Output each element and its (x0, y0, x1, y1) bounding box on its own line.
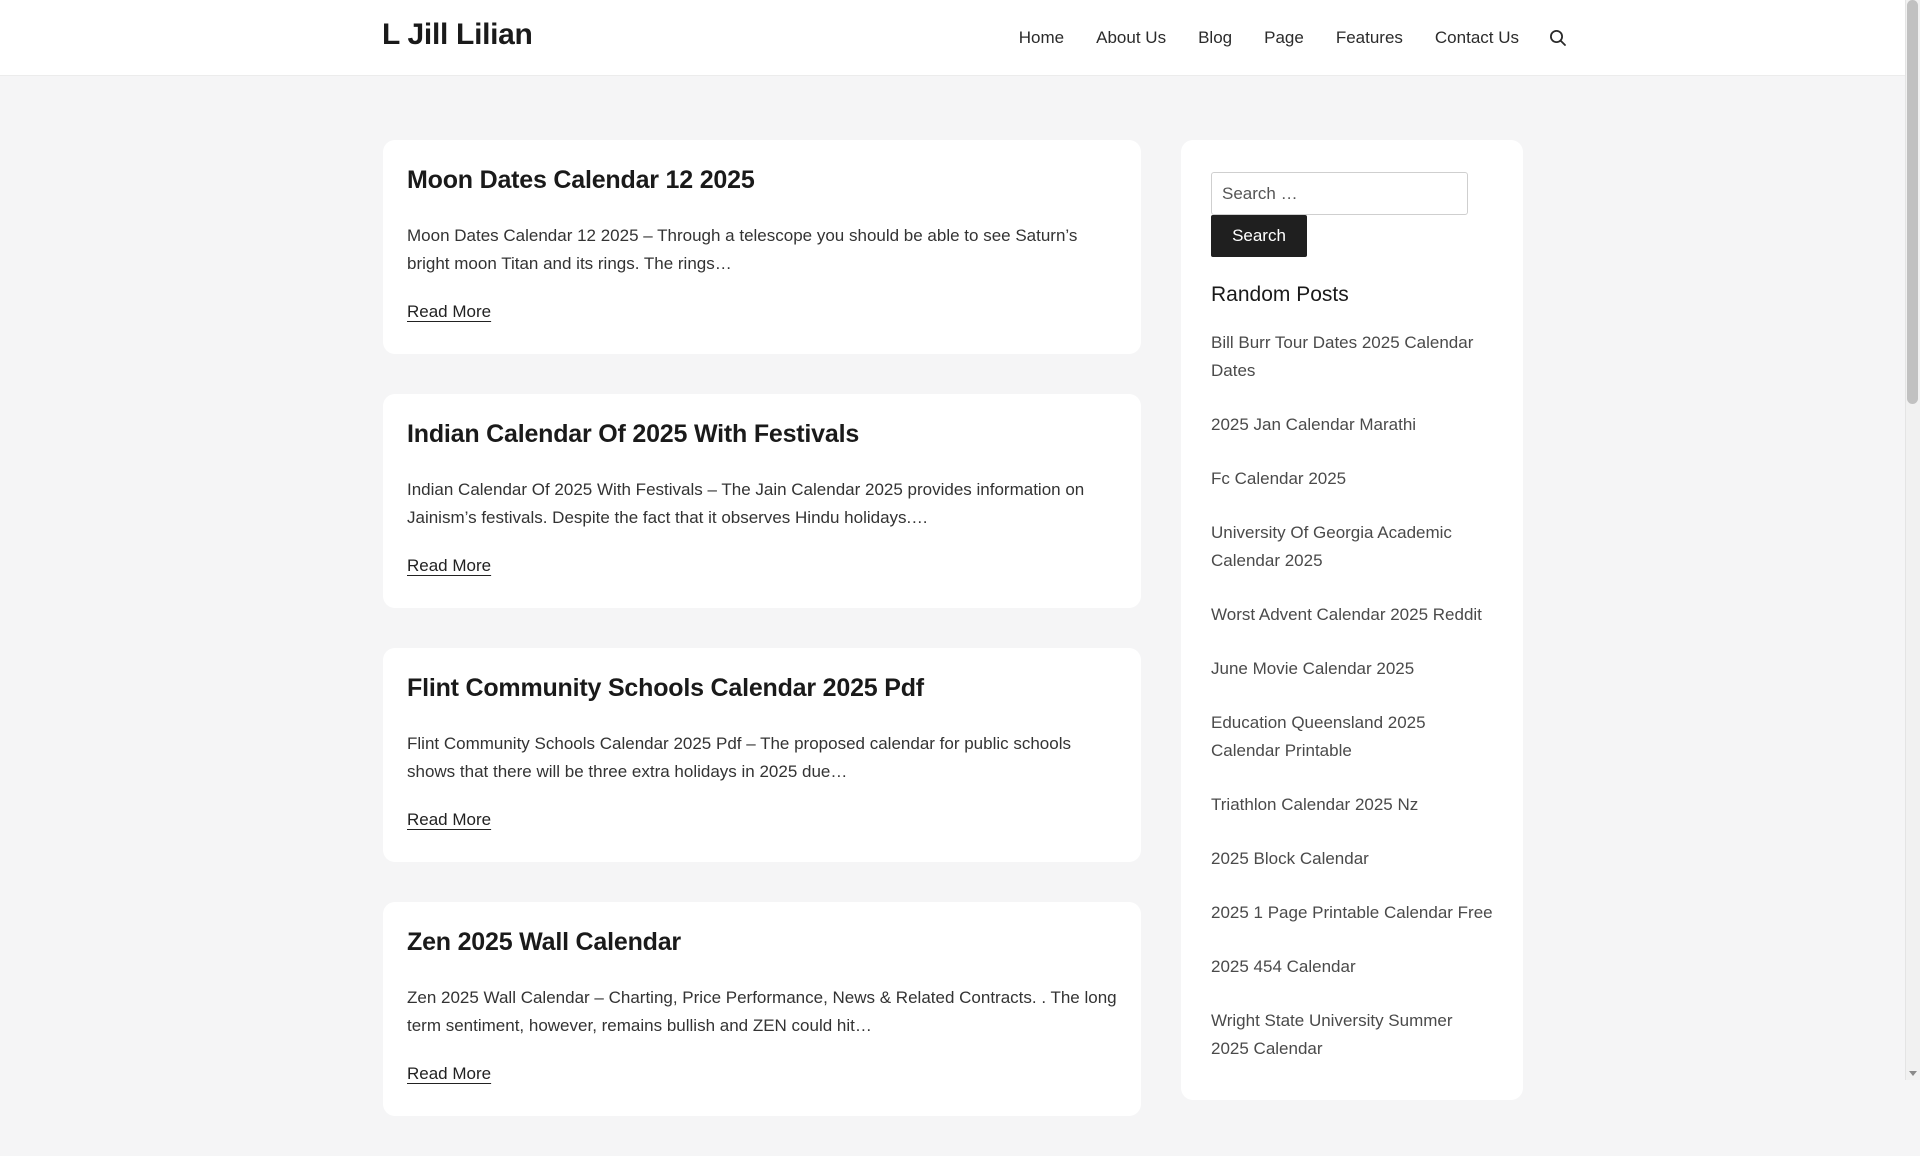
post-excerpt: Flint Community Schools Calendar 2025 Pd… (407, 734, 1071, 781)
site-header: L Jill Lilian Home About Us Blog Page Fe… (0, 0, 1905, 76)
sidebar: Search Random Posts Bill Burr Tour Dates… (1181, 140, 1523, 1100)
post-card: Moon Dates Calendar 12 2025 Moon Dates C… (383, 140, 1141, 354)
read-more-link[interactable]: Read More (407, 810, 491, 829)
post-title[interactable]: Flint Community Schools Calendar 2025 Pd… (407, 670, 1117, 706)
vertical-scrollbar[interactable] (1905, 0, 1920, 1080)
read-more-link[interactable]: Read More (407, 1064, 491, 1083)
read-more-link[interactable]: Read More (407, 302, 491, 321)
nav-blog[interactable]: Blog (1198, 28, 1232, 48)
random-post-link[interactable]: 2025 Block Calendar (1211, 845, 1493, 873)
search-input[interactable] (1211, 172, 1468, 215)
random-post-link[interactable]: University Of Georgia Academic Calendar … (1211, 519, 1493, 575)
post-excerpt: Moon Dates Calendar 12 2025 – Through a … (407, 226, 1078, 273)
search-button[interactable]: Search (1211, 215, 1307, 257)
scrollbar-thumb[interactable] (1907, 0, 1918, 404)
random-post-link[interactable]: Bill Burr Tour Dates 2025 Calendar Dates (1211, 329, 1493, 385)
random-posts-title: Random Posts (1211, 283, 1349, 306)
nav-home[interactable]: Home (1019, 28, 1064, 48)
post-excerpt: Indian Calendar Of 2025 With Festivals –… (407, 480, 1085, 527)
random-post-link[interactable]: Wright State University Summer 2025 Cale… (1211, 1007, 1493, 1063)
random-post-link[interactable]: 2025 1 Page Printable Calendar Free (1211, 899, 1493, 927)
nav-about-us[interactable]: About Us (1096, 28, 1166, 48)
post-excerpt: Zen 2025 Wall Calendar – Charting, Price… (407, 988, 1117, 1035)
post-card: Indian Calendar Of 2025 With Festivals I… (383, 394, 1141, 608)
read-more-link[interactable]: Read More (407, 556, 491, 575)
site-title[interactable]: L Jill Lilian (382, 18, 533, 52)
content-area: Moon Dates Calendar 12 2025 Moon Dates C… (383, 140, 1141, 1156)
post-title[interactable]: Moon Dates Calendar 12 2025 (407, 162, 1117, 198)
random-posts-list: Bill Burr Tour Dates 2025 Calendar Dates… (1211, 329, 1493, 1063)
nav-page[interactable]: Page (1264, 28, 1304, 48)
post-title[interactable]: Zen 2025 Wall Calendar (407, 924, 1117, 960)
post-card: Flint Community Schools Calendar 2025 Pd… (383, 648, 1141, 862)
random-post-link[interactable]: Triathlon Calendar 2025 Nz (1211, 791, 1493, 819)
random-post-link[interactable]: Worst Advent Calendar 2025 Reddit (1211, 601, 1493, 629)
random-post-link[interactable]: 2025 Jan Calendar Marathi (1211, 411, 1493, 439)
post-title[interactable]: Indian Calendar Of 2025 With Festivals (407, 416, 1117, 452)
nav-contact-us[interactable]: Contact Us (1435, 28, 1519, 48)
random-post-link[interactable]: June Movie Calendar 2025 (1211, 655, 1493, 683)
nav-features[interactable]: Features (1336, 28, 1403, 48)
random-post-link[interactable]: Education Queensland 2025 Calendar Print… (1211, 709, 1493, 765)
main-nav: Home About Us Blog Page Features Contact… (987, 0, 1569, 76)
random-post-link[interactable]: 2025 454 Calendar (1211, 953, 1493, 981)
search-icon[interactable] (1547, 27, 1569, 49)
post-card: Zen 2025 Wall Calendar Zen 2025 Wall Cal… (383, 902, 1141, 1116)
scroll-down-arrow-icon[interactable] (1909, 1071, 1917, 1076)
random-post-link[interactable]: Fc Calendar 2025 (1211, 465, 1493, 493)
